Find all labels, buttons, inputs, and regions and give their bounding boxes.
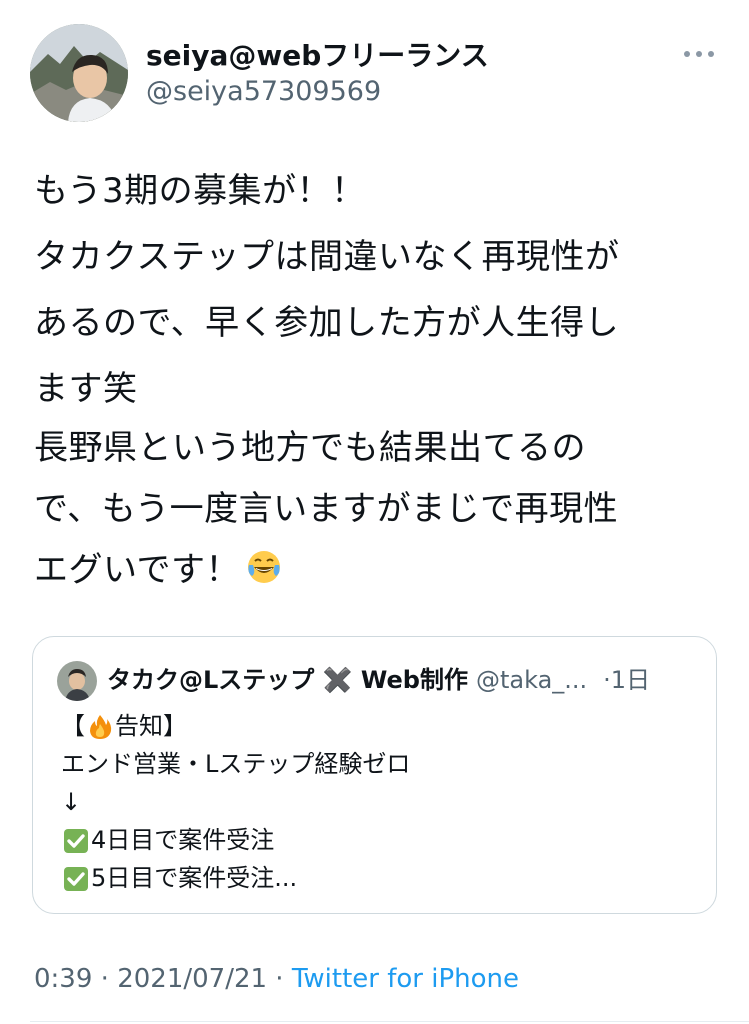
quoted-tweet-header: タカク@Lステップ ✖️ Web制作 @taka_... ·1日 <box>107 664 650 696</box>
quoted-author-name: タカク@Lステップ ✖️ Web制作 <box>107 666 468 694</box>
quoted-line-4: 4日目で案件受注 <box>61 821 691 859</box>
quoted-separator: · <box>603 666 611 694</box>
face-with-tears-of-joy-icon <box>246 544 282 605</box>
quoted-timestamp: 1日 <box>610 666 651 694</box>
quoted-line-2: エンド営業・Lステップ経験ゼロ <box>61 750 411 778</box>
quoted-line-1-prefix: 【 <box>61 712 85 740</box>
more-options-icon[interactable] <box>684 44 714 64</box>
tweet-detail: seiya@webフリーランス @seiya57309569 もう3期の募集が！… <box>0 0 749 1024</box>
quoted-line-5: 5日目で案件受注... <box>61 859 691 897</box>
quoted-tweet-text: 【 告知】 エンド営業・Lステップ経験ゼロ ↓ 4日目で案件受注 5日目で案件受… <box>61 707 691 897</box>
quoted-line-5-text: 5日目で案件受注... <box>91 864 298 892</box>
quoted-author-avatar[interactable] <box>57 661 97 701</box>
divider <box>30 1021 749 1022</box>
quoted-author-handle: @taka_... <box>475 666 588 694</box>
author-handle[interactable]: @seiya57309569 <box>146 76 381 108</box>
quoted-line-4-text: 4日目で案件受注 <box>91 826 275 854</box>
tweet-paragraph-1: もう3期の募集が！！ タカクステップは間違いなく再現性が あるので、早く参加した… <box>34 171 620 409</box>
tweet-time: 0:39 <box>34 964 93 994</box>
fire-icon <box>87 713 113 739</box>
author-avatar[interactable] <box>30 24 128 122</box>
tweet-source-link[interactable]: Twitter for iPhone <box>292 964 519 994</box>
tweet-paragraph-2-wrap: 長野県という地方でも結果出てるの で、もう一度言いますがまじで再現性 エグいです… <box>34 418 724 605</box>
author-display-name[interactable]: seiya@webフリーランス <box>146 39 489 73</box>
meta-separator-1: · <box>92 964 118 994</box>
check-mark-button-icon <box>63 827 89 853</box>
quoted-tweet-card[interactable]: タカク@Lステップ ✖️ Web制作 @taka_... ·1日 【 告知】 エンド… <box>32 636 717 914</box>
tweet-meta: 0:39 · 2021/07/21 · Twitter for iPhone <box>34 962 519 996</box>
tweet-date: 2021/07/21 <box>117 964 268 994</box>
quoted-line-3: ↓ <box>61 788 82 816</box>
quoted-line-1-text: 告知】 <box>115 712 187 740</box>
tweet-paragraph-2: 長野県という地方でも結果出てるの で、もう一度言いますがまじで再現性 エグいです… <box>34 428 619 590</box>
quoted-line-1: 【 告知】 <box>61 707 691 745</box>
meta-separator-2: · <box>267 964 292 994</box>
tweet-text: もう3期の募集が！！ タカクステップは間違いなく再現性が あるので、早く参加した… <box>34 158 724 422</box>
check-mark-button-icon <box>63 865 89 891</box>
